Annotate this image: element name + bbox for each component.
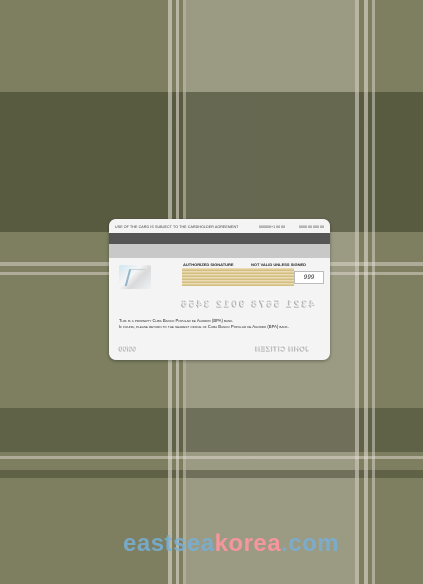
watermark-part-c: .com [281, 530, 340, 557]
cvv-code: 999 [303, 274, 315, 281]
magnetic-stripe [109, 233, 330, 244]
card-code-1: 000000+1 00 00 [259, 225, 286, 229]
hologram-icon [119, 265, 151, 289]
watermark-part-a: eastsea [123, 530, 215, 557]
hologram-mark [124, 269, 146, 286]
issuer-line-2: If found, please return to the nearest o… [119, 323, 289, 329]
not-valid-label: NOT VALID UNLESS SIGNED [251, 262, 307, 267]
card-number-embossed: 4321 5678 9012 3456 [179, 299, 315, 310]
expiry-embossed: 00/00 [119, 346, 137, 353]
holder-name-embossed: JOHN CITIZEN [255, 346, 310, 353]
card-agreement-text: USE OF THE CARD IS SUBJECT TO THE CARDHO… [115, 225, 239, 229]
authorized-signature-label: AUTHORIZED SIGNATURE [183, 262, 234, 267]
card-code-2: 0000 00 000 00 [299, 225, 324, 229]
watermark: eastseakorea.com [123, 530, 339, 558]
issuer-text: This is a property Cuba Banco Popular de… [119, 318, 319, 329]
cvv-box: 999 [294, 271, 324, 284]
credit-card-back: USE OF THE CARD IS SUBJECT TO THE CARDHO… [109, 219, 330, 360]
grey-band [109, 244, 330, 258]
watermark-part-b: korea [214, 530, 282, 557]
signature-strip [182, 268, 294, 286]
